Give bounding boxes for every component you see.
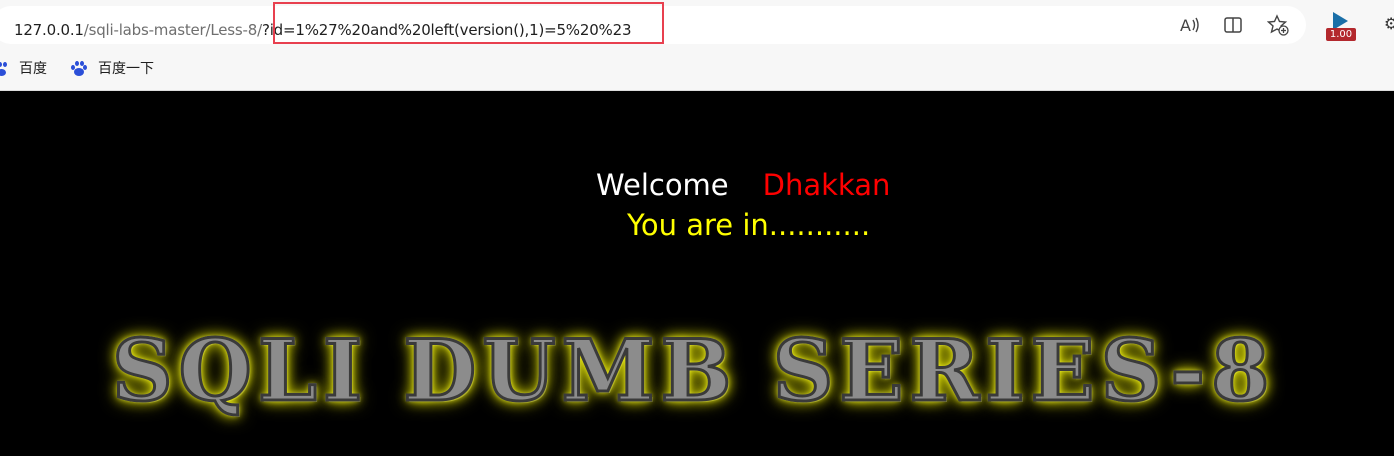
page-content: Welcome Dhakkan You are in........... SQL… — [0, 91, 1394, 456]
settings-more-icon[interactable]: ⚙ — [1384, 14, 1394, 33]
bookmark-baidu-yixia[interactable]: 百度一下 — [98, 58, 154, 78]
baidu-paw-icon — [71, 60, 87, 76]
login-status-text: You are in........... — [627, 208, 871, 242]
url-path: /sqli-labs-master/Less-8/ — [83, 21, 262, 39]
browser-chrome: 127.0.0.1/sqli-labs-master/Less-8/?id=1%… — [0, 0, 1394, 91]
url-host: 127.0.0.1 — [14, 21, 84, 39]
baidu-paw-icon — [0, 60, 8, 76]
bookmark-baidu[interactable]: 百度 — [19, 58, 47, 78]
favorite-add-icon[interactable] — [1266, 14, 1289, 36]
read-aloud-icon[interactable]: A — [1178, 14, 1200, 36]
username-text: Dhakkan — [762, 168, 891, 202]
series-banner-title: SQLI DUMB SERIES-8 — [111, 320, 1362, 422]
welcome-line: Welcome Dhakkan — [596, 167, 890, 203]
extension-icon[interactable]: 1.00 — [1326, 12, 1356, 42]
url-highlight-annotation — [273, 2, 664, 44]
welcome-text: Welcome — [596, 168, 729, 202]
split-screen-icon[interactable] — [1222, 14, 1244, 36]
extension-badge: 1.00 — [1326, 28, 1356, 41]
svg-text:A: A — [1180, 16, 1191, 35]
